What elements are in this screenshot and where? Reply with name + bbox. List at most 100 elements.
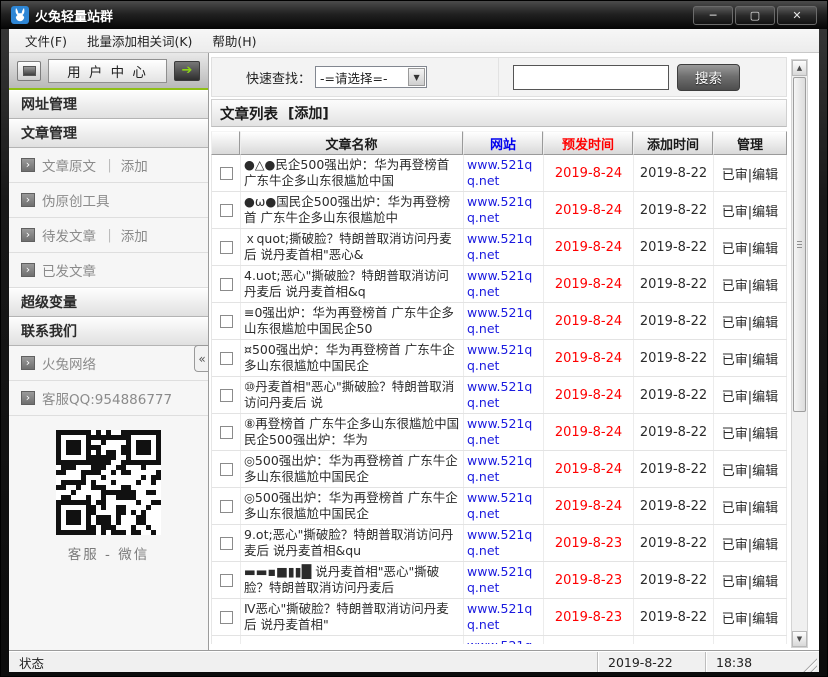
sidebar-item-label: 伪原创工具 <box>42 190 110 210</box>
minimize-button[interactable]: ─ <box>693 6 733 25</box>
manage-links[interactable]: 已审|编辑 <box>714 229 787 265</box>
manage-links[interactable]: 已审|编辑 <box>714 155 787 191</box>
manage-links[interactable]: 已审|编辑 <box>714 414 787 450</box>
row-checkbox[interactable] <box>220 500 233 513</box>
row-checkbox[interactable] <box>220 389 233 402</box>
resize-grip[interactable] <box>801 656 817 672</box>
table-row: Ⅳ恶心"撕破脸？特朗普取消访问丹麦后 说丹麦首相"www.521qq.net20… <box>212 599 787 636</box>
status-bar: 状态 2019-8-22 18:38 <box>9 651 819 672</box>
site-link[interactable]: www.521qq.net <box>464 525 544 561</box>
sidebar-collapse-handle[interactable]: « <box>194 345 209 372</box>
row-checkbox-cell <box>212 636 241 644</box>
manage-links[interactable]: 已审|编辑 <box>714 599 787 635</box>
chevron-right-icon: › <box>21 193 35 207</box>
publish-date: 2019-8-24 <box>544 266 634 302</box>
manage-links[interactable]: 已审|编辑 <box>714 562 787 598</box>
row-checkbox[interactable] <box>220 352 233 365</box>
sidebar-header-article-management[interactable]: 文章管理 <box>9 119 208 148</box>
site-link[interactable]: www.521qq.net <box>464 377 544 413</box>
row-checkbox[interactable] <box>220 426 233 439</box>
row-checkbox[interactable] <box>220 463 233 476</box>
manage-links[interactable]: 已审|编辑 <box>714 377 787 413</box>
add-link[interactable]: ｜ 添加 <box>103 225 148 245</box>
close-button[interactable]: ✕ <box>777 6 817 25</box>
site-link[interactable]: www.521qq.net <box>464 488 544 524</box>
row-checkbox[interactable] <box>220 278 233 291</box>
manage-links[interactable]: 已审|编辑 <box>714 303 787 339</box>
row-checkbox[interactable] <box>220 574 233 587</box>
sidebar-header-url-management[interactable]: 网址管理 <box>9 90 208 119</box>
sidebar-item-article-source[interactable]: › 文章原文 ｜ 添加 <box>9 148 208 183</box>
manage-links[interactable]: 已审|编辑 <box>714 636 787 644</box>
site-link[interactable]: www.521qq.net <box>464 451 544 487</box>
row-checkbox[interactable] <box>220 537 233 550</box>
minimize-icon: ─ <box>710 10 717 21</box>
vertical-scrollbar[interactable]: ▲ ▼ <box>791 59 808 648</box>
menu-help[interactable]: 帮助(H) <box>202 27 266 54</box>
site-link[interactable]: www.521qq.net <box>464 229 544 265</box>
search-input[interactable] <box>513 65 669 90</box>
article-add-link[interactable]: [添加] <box>288 103 329 123</box>
article-title: ≡0强出炉：华为再登榜首 广东牛企多山东很尴尬中国民企50 <box>241 303 464 339</box>
site-link[interactable]: www.521qq.net <box>464 303 544 339</box>
site-link[interactable]: www.521qq.net <box>464 636 544 644</box>
publish-date: 2019-8-23 <box>544 562 634 598</box>
sidebar-item-pseudo-original-tool[interactable]: › 伪原创工具 <box>9 183 208 218</box>
user-center-button[interactable]: 用 户 中 心 <box>48 59 167 83</box>
display-button[interactable] <box>17 61 41 81</box>
menu-file[interactable]: 文件(F) <box>15 27 77 54</box>
manage-links[interactable]: 已审|编辑 <box>714 488 787 524</box>
add-link[interactable]: ｜ 添加 <box>103 155 148 175</box>
app-window: 火兔轻量站群 ─ ▢ ✕ 文件(F) 批量添加相关词(K) 帮助(H) 用 户 … <box>0 0 828 677</box>
added-date: 2019-8-22 <box>634 229 714 265</box>
site-link[interactable]: www.521qq.net <box>464 599 544 635</box>
added-date: 2019-8-22 <box>634 155 714 191</box>
header-site[interactable]: 网站 <box>463 131 543 155</box>
header-publish-time[interactable]: 预发时间 <box>543 131 633 155</box>
sidebar-header-super-variables[interactable]: 超级变量 <box>9 288 208 317</box>
header-article-name[interactable]: 文章名称 <box>240 131 463 155</box>
go-button[interactable]: ➔ <box>174 61 200 81</box>
row-checkbox[interactable] <box>220 611 233 624</box>
article-title: 4.uot;恶心"撕破脸？特朗普取消访问丹麦后 说丹麦首相&q <box>241 266 464 302</box>
sidebar-item-published-articles[interactable]: › 已发文章 <box>9 253 208 288</box>
wechat-qr-code <box>56 430 161 535</box>
row-checkbox[interactable] <box>220 315 233 328</box>
chevron-down-icon: ▼ <box>408 68 425 86</box>
article-title: ◎500强出炉：华为再登榜首 广东牛企多山东很尴尬中国民企 <box>241 451 464 487</box>
table-row: ｘquot;撕破脸？特朗普取消访问丹麦后 说丹麦首相"恶心&www.521qq.… <box>212 229 787 266</box>
sidebar-item-pending-articles[interactable]: › 待发文章 ｜ 添加 <box>9 218 208 253</box>
site-link[interactable]: www.521qq.net <box>464 155 544 191</box>
manage-links[interactable]: 已审|编辑 <box>714 340 787 376</box>
site-link[interactable]: www.521qq.net <box>464 340 544 376</box>
row-checkbox[interactable] <box>220 204 233 217</box>
menu-batch-add-keywords[interactable]: 批量添加相关词(K) <box>77 27 202 54</box>
sidebar-item-huotu-network[interactable]: › 火兔网络 <box>9 346 208 381</box>
manage-links[interactable]: 已审|编辑 <box>714 451 787 487</box>
scroll-down-button[interactable]: ▼ <box>792 631 807 647</box>
manage-links[interactable]: 已审|编辑 <box>714 525 787 561</box>
menu-bar: 文件(F) 批量添加相关词(K) 帮助(H) <box>9 29 819 53</box>
sidebar-item-service-qq[interactable]: › 客服QQ:954886777 <box>9 381 208 416</box>
search-button[interactable]: 搜索 <box>677 64 740 91</box>
row-checkbox-cell <box>212 266 241 302</box>
header-manage[interactable]: 管理 <box>713 131 787 155</box>
row-checkbox[interactable] <box>220 241 233 254</box>
quick-find-select[interactable]: -=请选择=- ▼ <box>315 66 427 88</box>
status-date: 2019-8-22 <box>597 652 705 672</box>
site-link[interactable]: www.521qq.net <box>464 192 544 228</box>
row-checkbox[interactable] <box>220 167 233 180</box>
scrollbar-thumb[interactable] <box>793 77 806 412</box>
site-link[interactable]: www.521qq.net <box>464 562 544 598</box>
site-link[interactable]: www.521qq.net <box>464 414 544 450</box>
site-link[interactable]: www.521qq.net <box>464 266 544 302</box>
maximize-button[interactable]: ▢ <box>735 6 775 25</box>
sidebar-header-contact-us[interactable]: 联系我们 <box>9 317 208 346</box>
article-title: 9.ot;恶心"撕破脸？特朗普取消访问丹麦后 说丹麦首相&qu <box>241 525 464 561</box>
manage-links[interactable]: 已审|编辑 <box>714 266 787 302</box>
scroll-up-button[interactable]: ▲ <box>792 60 807 76</box>
header-added-time[interactable]: 添加时间 <box>633 131 713 155</box>
manage-links[interactable]: 已审|编辑 <box>714 192 787 228</box>
header-checkbox-col[interactable] <box>211 131 240 155</box>
title-bar[interactable]: 火兔轻量站群 ─ ▢ ✕ <box>1 1 827 29</box>
